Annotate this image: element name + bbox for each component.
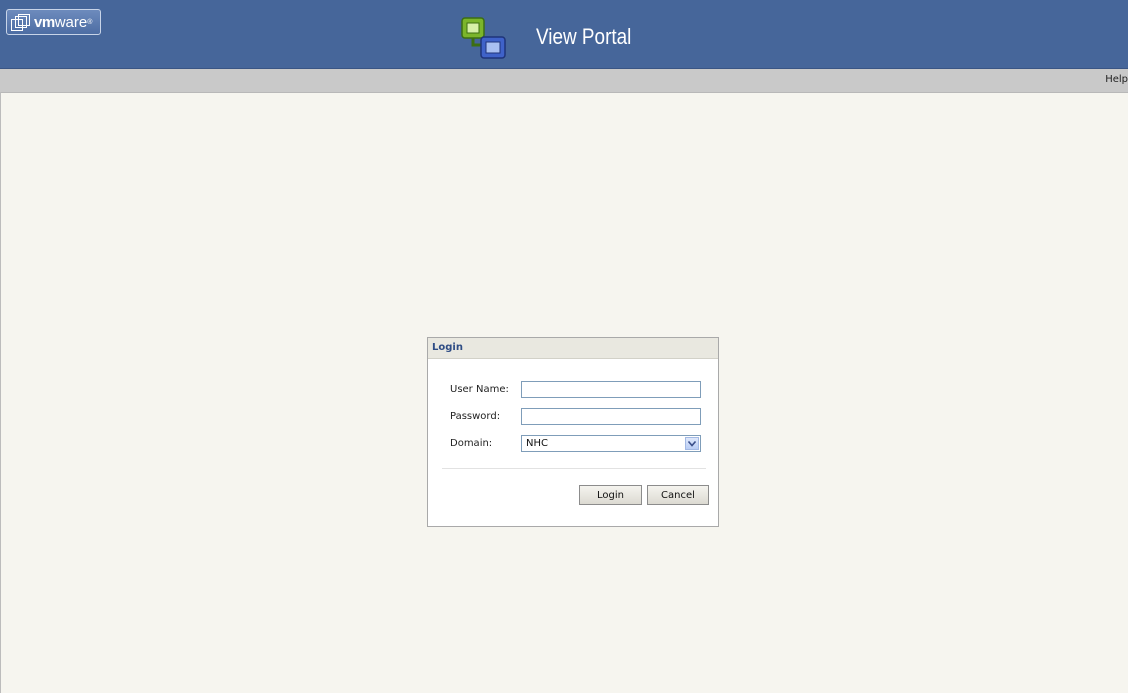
login-panel: Login User Name: Password: Domain: NHC L… [427,337,719,527]
cancel-button[interactable]: Cancel [647,485,709,505]
login-panel-title: Login [428,338,718,359]
toolbar: Help [0,69,1128,93]
domain-select[interactable]: NHC [521,435,701,452]
username-input[interactable] [521,381,701,398]
domain-label: Domain: [450,438,493,449]
vmware-logo: vm ware ® [6,9,102,35]
domain-selected-value: NHC [526,438,548,449]
vmware-boxes-icon [11,14,30,31]
username-label: User Name: [450,384,509,395]
logo-text-rest: ware [54,13,88,31]
help-link[interactable]: Help [1105,74,1128,85]
login-button[interactable]: Login [579,485,642,505]
username-row: User Name: [428,381,718,399]
logo-text-bold: vm [34,13,55,31]
chevron-down-icon[interactable] [685,437,699,450]
password-input[interactable] [521,408,701,425]
password-row: Password: [428,408,718,426]
domain-row: Domain: NHC [428,435,718,453]
page-left-border [0,92,1,693]
logo-mark: ® [87,18,93,26]
app-header: vm ware ® View Portal [0,0,1128,69]
form-divider [442,468,706,469]
password-label: Password: [450,411,501,422]
page-title: View Portal [536,24,632,49]
view-portal-icon [461,17,506,59]
